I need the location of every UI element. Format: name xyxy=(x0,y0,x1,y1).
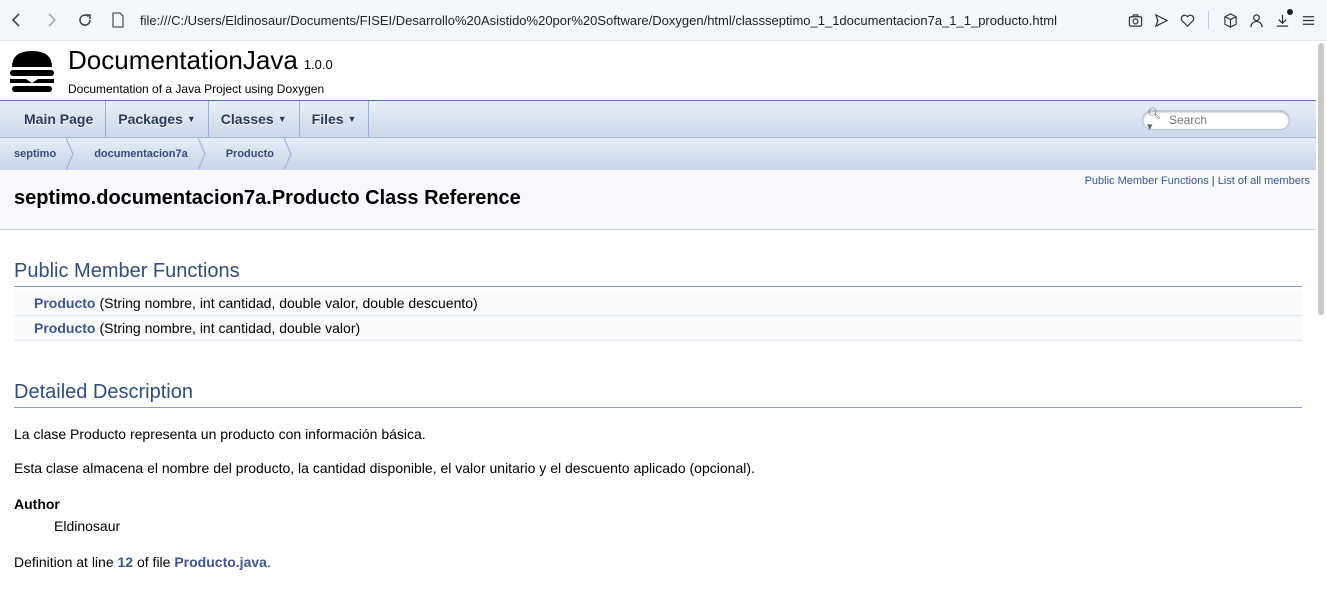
project-name: DocumentationJava xyxy=(68,45,298,75)
breadcrumb-item[interactable]: Producto xyxy=(216,137,302,170)
search-input[interactable] xyxy=(1169,113,1289,127)
tab-label: Main Page xyxy=(24,111,94,127)
tab-files[interactable]: Files ▼ xyxy=(300,101,370,137)
member-args: (String nombre, int cantidad, double val… xyxy=(99,320,361,336)
breadcrumb-label[interactable]: Producto xyxy=(226,148,274,160)
public-member-functions-heading: Public Member Functions xyxy=(14,260,1302,287)
description-paragraph: Esta clase almacena el nombre del produc… xyxy=(14,460,755,476)
page-icon xyxy=(110,12,126,28)
main-nav-tabs: Main Page Packages ▼ Classes ▼ Files ▼ 🔍︎▾ xyxy=(0,101,1316,138)
class-header: Public Member Functions | List of all me… xyxy=(0,170,1316,230)
doxygen-logo xyxy=(10,50,54,92)
address-bar[interactable]: file:///C:/Users/Eldinosaur/Documents/FI… xyxy=(110,12,1126,28)
url-text[interactable]: file:///C:/Users/Eldinosaur/Documents/FI… xyxy=(140,13,1057,28)
title-area: DocumentationJava 1.0.0 Documentation of … xyxy=(0,41,1316,101)
member-row: Producto (String nombre, int cantidad, d… xyxy=(14,316,1302,341)
project-brief: Documentation of a Java Project using Do… xyxy=(68,82,325,96)
tab-classes[interactable]: Classes ▼ xyxy=(209,101,300,137)
search-box[interactable]: 🔍︎▾ xyxy=(1142,107,1290,133)
toolbar-separator xyxy=(1208,11,1209,29)
breadcrumb: septimo documentacion7a Producto xyxy=(0,137,1316,170)
browser-toolbar: file:///C:/Users/Eldinosaur/Documents/FI… xyxy=(0,0,1327,41)
scrollbar-thumb[interactable] xyxy=(1318,43,1324,315)
definition-text: Definition at line xyxy=(14,554,118,570)
member-row: Producto (String nombre, int cantidad, d… xyxy=(14,291,1302,316)
user-icon[interactable] xyxy=(1247,11,1265,29)
detailed-description-heading: Detailed Description xyxy=(14,381,1302,408)
contents: Public Member Functions Producto (String… xyxy=(0,260,1316,570)
author-value: Eldinosaur xyxy=(54,518,121,534)
breadcrumb-item[interactable]: documentacion7a xyxy=(84,137,216,170)
camera-icon[interactable] xyxy=(1126,11,1144,29)
caret-down-icon: ▼ xyxy=(347,114,357,124)
download-icon[interactable] xyxy=(1273,9,1293,29)
member-args: (String nombre, int cantidad, double val… xyxy=(99,295,478,311)
summary-public-link[interactable]: Public Member Functions xyxy=(1085,175,1209,187)
tab-packages[interactable]: Packages ▼ xyxy=(106,101,209,137)
description-paragraph: La clase Producto representa un producto… xyxy=(14,426,426,442)
breadcrumb-label[interactable]: septimo xyxy=(14,148,56,160)
tab-label: Packages xyxy=(118,111,183,127)
breadcrumb-separator-icon xyxy=(284,137,292,170)
definition-text: . xyxy=(266,554,271,570)
definition-text: of file xyxy=(133,554,175,570)
tab-label: Files xyxy=(311,111,344,127)
breadcrumb-separator-icon xyxy=(197,137,206,170)
breadcrumb-separator-icon xyxy=(66,137,74,170)
cube-icon[interactable] xyxy=(1221,11,1239,29)
tab-main-page[interactable]: Main Page xyxy=(12,101,107,137)
breadcrumb-label[interactable]: documentacion7a xyxy=(94,148,188,160)
menu-icon[interactable] xyxy=(1299,11,1317,29)
caret-down-icon: ▼ xyxy=(186,114,196,124)
back-icon[interactable] xyxy=(6,9,28,31)
forward-icon[interactable] xyxy=(40,9,62,31)
line-link[interactable]: 12 xyxy=(118,554,134,570)
vertical-scrollbar[interactable] xyxy=(1316,41,1327,589)
definition-line: Definition at line 12 of file Producto.j… xyxy=(14,554,1302,570)
search-icon[interactable]: 🔍︎▾ xyxy=(1147,107,1165,133)
file-link[interactable]: Producto.java xyxy=(174,554,267,570)
summary-separator: | xyxy=(1208,175,1218,187)
project-number: 1.0.0 xyxy=(303,57,333,72)
page-title: septimo.documentacion7a.Producto Class R… xyxy=(14,187,521,209)
summary-all-members-link[interactable]: List of all members xyxy=(1218,175,1310,187)
member-link[interactable]: Producto xyxy=(34,320,95,336)
author-label: Author xyxy=(14,496,60,512)
send-icon[interactable] xyxy=(1152,11,1170,29)
caret-down-icon: ▼ xyxy=(277,114,287,124)
breadcrumb-item[interactable]: septimo xyxy=(4,137,84,170)
page-content: DocumentationJava 1.0.0 Documentation of … xyxy=(0,41,1316,589)
summary-links: Public Member Functions | List of all me… xyxy=(1085,175,1310,187)
reload-icon[interactable] xyxy=(74,9,96,31)
heart-icon[interactable] xyxy=(1178,11,1196,29)
member-link[interactable]: Producto xyxy=(34,295,95,311)
tab-label: Classes xyxy=(220,111,274,127)
